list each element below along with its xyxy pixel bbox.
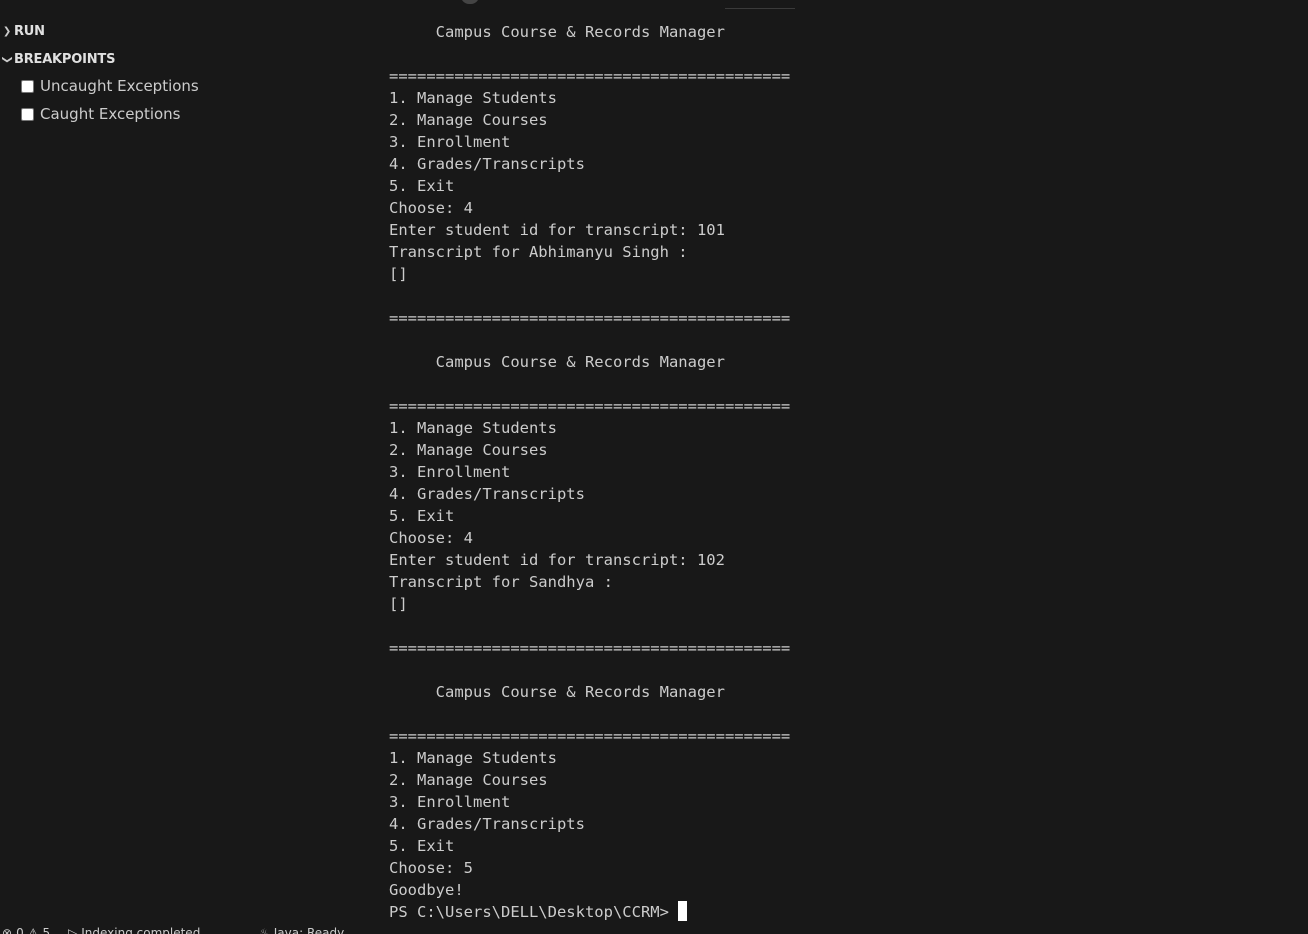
terminal-line: ========================================… [389, 639, 791, 657]
terminal-line: [] [389, 595, 408, 613]
terminal-line: [] [389, 265, 408, 283]
error-icon: ⊗ [2, 926, 13, 934]
terminal-line: ========================================… [389, 727, 791, 745]
terminal-line: 2. Manage Courses [389, 441, 548, 459]
breakpoints-section-header[interactable]: ❯ BREAKPOINTS [0, 49, 116, 69]
uncaught-exceptions-checkbox[interactable] [21, 79, 34, 93]
terminal-line: ========================================… [389, 397, 791, 415]
terminal-line: 1. Manage Students [389, 89, 557, 107]
terminal-output[interactable]: Campus Course & Records Manager =========… [389, 21, 1289, 923]
top-tab-indicator [461, 0, 479, 4]
chevron-right-icon: ❯ [2, 25, 12, 37]
terminal-line: Choose: 5 [389, 859, 473, 877]
problems-indicator[interactable]: ⊗ 0 ⚠ 5 [2, 926, 50, 934]
terminal-line: Transcript for Sandhya : [389, 573, 613, 591]
java-status[interactable]: ♨ Java: Ready [259, 926, 344, 934]
chevron-down-icon: ❯ [1, 54, 13, 64]
breakpoint-caught-exceptions[interactable]: Caught Exceptions [21, 104, 181, 124]
terminal-line: Goodbye! [389, 881, 464, 899]
status-bar: ⊗ 0 ⚠ 5 ▷ Indexing completed. ♨ Java: Re… [0, 926, 1308, 934]
terminal-cursor [677, 901, 687, 921]
breakpoint-label: Uncaught Exceptions [40, 77, 199, 95]
terminal-line: Campus Course & Records Manager [389, 353, 725, 371]
indexing-label: Indexing completed. [81, 926, 205, 934]
terminal-line: 5. Exit [389, 177, 455, 195]
breakpoint-uncaught-exceptions[interactable]: Uncaught Exceptions [21, 76, 199, 96]
shell-prompt: PS C:\Users\DELL\Desktop\CCRM> [389, 903, 669, 921]
terminal-line: Enter student id for transcript: 101 [389, 221, 725, 239]
run-section-header[interactable]: ❯ RUN [0, 21, 45, 41]
java-icon: ♨ [259, 926, 270, 934]
terminal-line: 3. Enrollment [389, 793, 511, 811]
breakpoint-label: Caught Exceptions [40, 105, 181, 123]
terminal-line: Campus Course & Records Manager [389, 23, 725, 41]
terminal-line: 4. Grades/Transcripts [389, 815, 585, 833]
terminal-line: ========================================… [389, 67, 791, 85]
terminal-line: 3. Enrollment [389, 133, 511, 151]
terminal-line: 4. Grades/Transcripts [389, 485, 585, 503]
debug-sidebar: ❯ RUN ❯ BREAKPOINTS Uncaught Exceptions … [0, 0, 370, 934]
error-count: 0 [16, 926, 24, 934]
terminal-line: 2. Manage Courses [389, 111, 548, 129]
warning-icon: ⚠ [27, 926, 39, 934]
terminal-line: 1. Manage Students [389, 749, 557, 767]
terminal-line: 1. Manage Students [389, 419, 557, 437]
terminal-line: 5. Exit [389, 837, 455, 855]
caught-exceptions-checkbox[interactable] [21, 107, 34, 121]
terminal-line: 2. Manage Courses [389, 771, 548, 789]
terminal-line: Choose: 4 [389, 529, 473, 547]
indexing-status[interactable]: ▷ Indexing completed. [68, 926, 204, 934]
terminal-line: 4. Grades/Transcripts [389, 155, 585, 173]
top-divider [725, 8, 795, 9]
terminal-line: Transcript for Abhimanyu Singh : [389, 243, 688, 261]
terminal-line: ========================================… [389, 309, 791, 327]
java-label: Java: Ready [273, 926, 345, 934]
breakpoints-section-label: BREAKPOINTS [14, 51, 116, 67]
terminal-line: Choose: 4 [389, 199, 473, 217]
run-section-label: RUN [14, 23, 45, 39]
warning-count: 5 [42, 926, 51, 934]
terminal-line: 3. Enrollment [389, 463, 511, 481]
terminal-prompt-line[interactable]: PS C:\Users\DELL\Desktop\CCRM> [389, 901, 1289, 923]
terminal-line: Campus Course & Records Manager [389, 683, 725, 701]
rocket-icon: ▷ [68, 926, 78, 934]
terminal-line: 5. Exit [389, 507, 455, 525]
terminal-line: Enter student id for transcript: 102 [389, 551, 725, 569]
